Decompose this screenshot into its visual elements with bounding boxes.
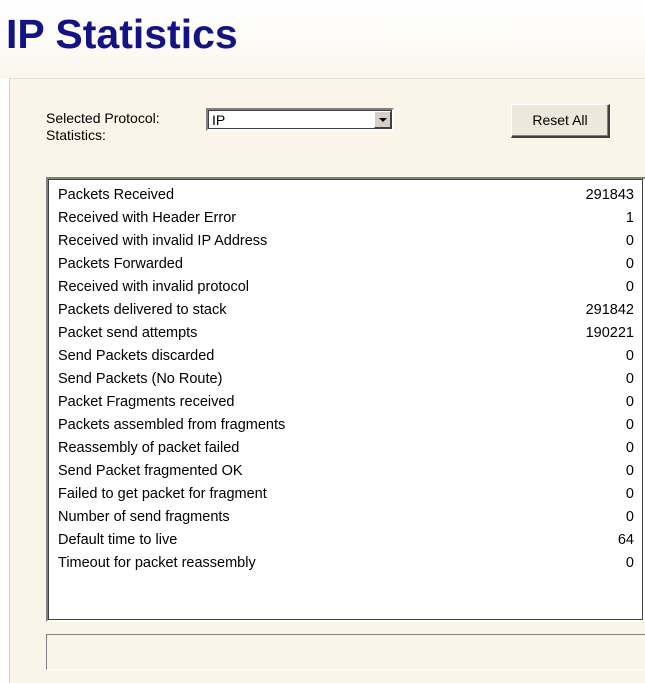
stat-name: Send Packets (No Route): [58, 371, 223, 387]
protocol-label: Selected Protocol:: [46, 110, 160, 126]
list-item[interactable]: Received with invalid IP Address 0: [58, 233, 634, 256]
stat-value: 0: [625, 463, 634, 479]
stat-name: Number of send fragments: [58, 509, 230, 525]
list-item[interactable]: Send Packet fragmented OK 0: [58, 463, 634, 486]
list-item[interactable]: Packets delivered to stack 291842: [58, 302, 634, 325]
stat-value: 291842: [585, 302, 634, 318]
stat-name: Reassembly of packet failed: [58, 440, 240, 456]
stat-value: 291843: [585, 187, 634, 203]
stat-name: Default time to live: [58, 532, 178, 548]
list-item[interactable]: Packet send attempts 190221: [58, 325, 634, 348]
list-item[interactable]: Send Packets discarded 0: [58, 348, 634, 371]
protocol-select[interactable]: IP: [206, 108, 394, 131]
stat-name: Received with invalid protocol: [58, 279, 250, 295]
stat-name: Received with invalid IP Address: [58, 233, 268, 249]
stat-name: Received with Header Error: [58, 210, 237, 226]
stat-value: 0: [625, 279, 634, 295]
page-title: IP Statistics: [6, 11, 238, 57]
protocol-dropdown-button[interactable]: [374, 111, 391, 128]
stat-name: Packet Fragments received: [58, 394, 235, 410]
stat-name: Timeout for packet reassembly: [58, 555, 256, 571]
stat-value: 0: [625, 371, 634, 387]
list-item[interactable]: Packets assembled from fragments 0: [58, 417, 634, 440]
stat-value: 0: [625, 233, 634, 249]
stat-value: 0: [625, 417, 634, 433]
stat-value: 0: [625, 256, 634, 272]
list-item[interactable]: Timeout for packet reassembly 0: [58, 555, 634, 578]
stat-value: 0: [625, 440, 634, 456]
stat-name: Failed to get packet for fragment: [58, 486, 267, 502]
stat-name: Send Packets discarded: [58, 348, 215, 364]
statistics-label: Statistics:: [46, 127, 106, 143]
stat-value: 0: [625, 348, 634, 364]
stat-name: Packets Forwarded: [58, 256, 183, 272]
statistics-list[interactable]: Packets Received 291843 Received with Hea…: [46, 177, 645, 622]
status-bar: [46, 634, 645, 670]
reset-all-button[interactable]: Reset All: [511, 104, 610, 138]
stat-value: 190221: [585, 325, 634, 341]
stat-value: 64: [617, 532, 634, 548]
list-item[interactable]: Reassembly of packet failed 0: [58, 440, 634, 463]
chevron-down-icon: [379, 118, 387, 122]
stat-name: Packets Received: [58, 187, 175, 203]
stat-name: Send Packet fragmented OK: [58, 463, 243, 479]
stat-value: 0: [625, 555, 634, 571]
stat-name: Packets delivered to stack: [58, 302, 227, 318]
protocol-select-value: IP: [212, 112, 226, 128]
list-item[interactable]: Received with invalid protocol 0: [58, 279, 634, 302]
list-item[interactable]: Packet Fragments received 0: [58, 394, 634, 417]
list-item[interactable]: Default time to live 64: [58, 532, 634, 555]
stat-value: 1: [625, 210, 634, 226]
list-item[interactable]: Number of send fragments 0: [58, 509, 634, 532]
list-item[interactable]: Send Packets (No Route) 0: [58, 371, 634, 394]
list-item[interactable]: Failed to get packet for fragment 0: [58, 486, 634, 509]
list-item[interactable]: Received with Header Error 1: [58, 210, 634, 233]
list-item[interactable]: Packets Forwarded 0: [58, 256, 634, 279]
stat-name: Packets assembled from fragments: [58, 417, 286, 433]
list-item[interactable]: Packets Received 291843: [58, 187, 634, 210]
stat-value: 0: [625, 394, 634, 410]
stat-value: 0: [625, 486, 634, 502]
stat-value: 0: [625, 509, 634, 525]
stat-name: Packet send attempts: [58, 325, 198, 341]
